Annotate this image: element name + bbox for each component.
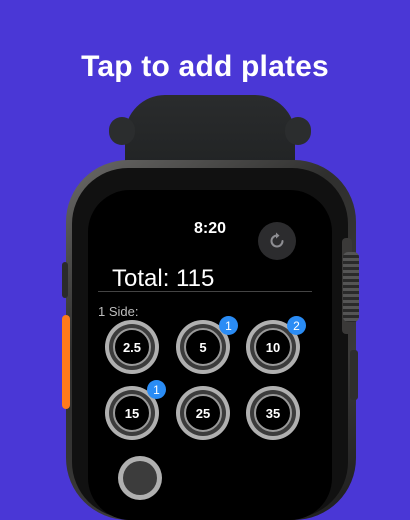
plate-label: 15	[113, 394, 151, 432]
plate-count-badge: 1	[219, 316, 238, 335]
plate-count-badge: 2	[287, 316, 306, 335]
plate-ring: 2.5	[109, 324, 155, 370]
plate-label: 2.5	[113, 328, 151, 366]
plate-button-35[interactable]: 35	[246, 386, 300, 440]
plate-ring: 15	[109, 390, 155, 436]
speaker-port	[62, 262, 68, 298]
watch-lug-left	[109, 117, 135, 145]
plate-button-25[interactable]: 25	[176, 386, 230, 440]
side-button[interactable]	[350, 350, 358, 400]
watch-lug-right	[285, 117, 311, 145]
plate-label: 5	[184, 328, 222, 366]
plate-label: 25	[184, 394, 222, 432]
plate-count-badge: 1	[147, 380, 166, 399]
action-button[interactable]	[62, 315, 70, 409]
plate-label: 10	[254, 328, 292, 366]
total-weight: Total: 115	[112, 265, 215, 292]
arrow-clockwise-icon	[270, 232, 284, 248]
watch-screen: 8:20 Total: 115 1 Side: 2.5 5 1 10 2 15 …	[88, 190, 332, 520]
divider	[98, 291, 312, 292]
plate-button-2.5[interactable]: 2.5	[105, 320, 159, 374]
side-label: 1 Side:	[98, 304, 139, 319]
plate-label: 35	[254, 394, 292, 432]
reset-button[interactable]	[258, 222, 296, 260]
plate-button-partial[interactable]	[118, 456, 162, 500]
plate-ring: 5	[180, 324, 226, 370]
digital-crown[interactable]	[343, 252, 359, 322]
headline: Tap to add plates	[81, 50, 329, 83]
plate-ring: 25	[180, 390, 226, 436]
plate-ring: 35	[250, 390, 296, 436]
